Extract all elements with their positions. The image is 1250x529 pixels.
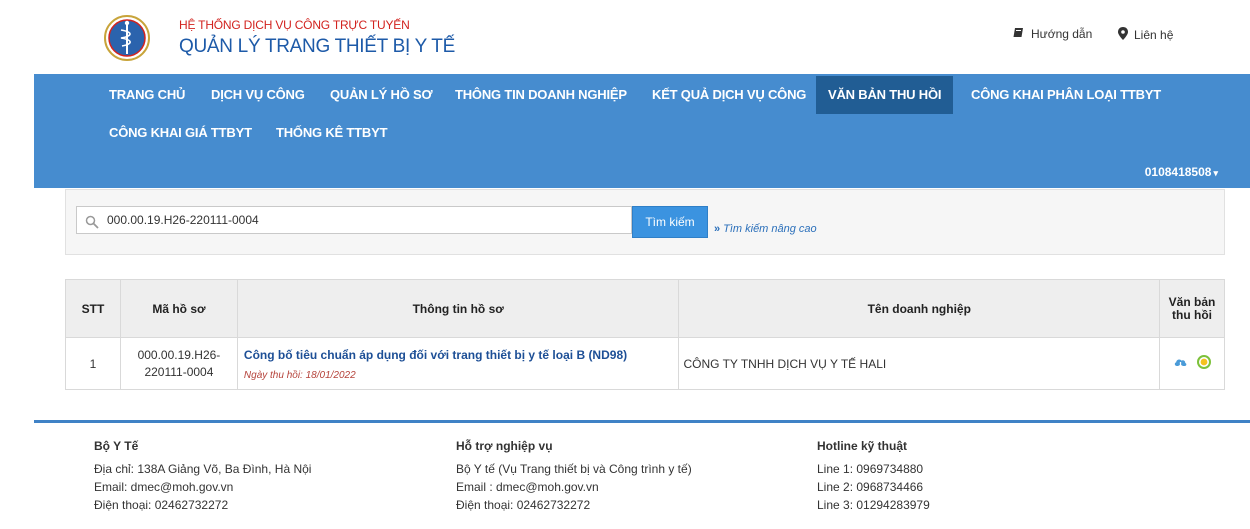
footer-address: Địa chỉ: 138A Giảng Võ, Ba Đình, Hà Nội — [94, 462, 312, 476]
map-pin-icon — [1118, 27, 1128, 43]
nav-public-services[interactable]: DỊCH VỤ CÔNG — [199, 76, 317, 114]
nav-results[interactable]: KẾT QUẢ DỊCH VỤ CÔNG — [640, 76, 818, 114]
footer-hotline-1: Line 1: 0969734880 — [817, 462, 924, 476]
account-menu[interactable]: 0108418508 ▾ — [1145, 165, 1218, 179]
results-table: STT Mã hồ sơ Thông tin hồ sơ Tên doanh n… — [65, 279, 1225, 390]
cloud-download-icon[interactable] — [1173, 356, 1188, 372]
search-panel: 000.00.19.H26-220111-0004 Tìm kiếm » Tìm … — [65, 189, 1225, 255]
footer-hotline-title: Hotline kỹ thuật — [817, 439, 908, 453]
footer-support: Hỗ trợ nghiệp vụ Bộ Y tế (Vụ Trang thiết… — [456, 439, 692, 516]
header-record-info: Thông tin hồ sơ — [236, 279, 680, 338]
advanced-search-label: Tìm kiếm nâng cao — [723, 223, 817, 235]
cell-record-code: 000.00.19.H26- 220111-0004 — [119, 337, 238, 390]
nav-recall-documents[interactable]: VĂN BẢN THU HỒI — [816, 76, 954, 114]
guide-link[interactable]: Hướng dẫn — [1013, 27, 1092, 41]
caret-down-icon: ▾ — [1213, 168, 1218, 178]
search-icon — [85, 212, 99, 229]
header-recall-doc: Văn bản thu hồi — [1159, 279, 1225, 338]
table-row: 1 000.00.19.H26- 220111-0004 Công bố tiê… — [65, 337, 1225, 390]
footer-email[interactable]: Email: dmec@moh.gov.vn — [94, 480, 311, 494]
record-code-line2: 220111-0004 — [144, 364, 214, 379]
header-stt: STT — [65, 279, 121, 338]
footer-hotline: Hotline kỹ thuật Line 1: 0969734880 Line… — [817, 439, 930, 516]
book-icon — [1013, 27, 1025, 41]
nav-business-info[interactable]: THÔNG TIN DOANH NGHIỆP — [443, 76, 639, 114]
cell-company: CÔNG TY TNHH DỊCH VỤ Y TẾ HALI — [678, 337, 1160, 390]
record-title-link[interactable]: Công bố tiêu chuẩn áp dụng đối với trang… — [244, 348, 679, 362]
footer-phone: Điện thoại: 02462732272 — [94, 498, 229, 512]
footer: Bộ Y Tế Địa chỉ: 138A Giảng Võ, Ba Đình,… — [34, 420, 1250, 529]
double-chevron-right-icon: » — [714, 223, 721, 235]
nav-home[interactable]: TRANG CHỦ — [97, 76, 197, 114]
brand-title[interactable]: QUẢN LÝ TRANG THIẾT BỊ Y TẾ — [179, 36, 455, 58]
footer-ministry-title: Bộ Y Tế — [94, 439, 139, 453]
header-record-code: Mã hồ sơ — [119, 279, 238, 338]
cell-recall-actions — [1159, 337, 1225, 390]
table-header-row: STT Mã hồ sơ Thông tin hồ sơ Tên doanh n… — [65, 279, 1225, 338]
search-input[interactable]: 000.00.19.H26-220111-0004 — [76, 206, 632, 234]
contact-label: Liên hệ — [1134, 28, 1174, 42]
nav-statistics[interactable]: THỐNG KÊ TTBYT — [264, 114, 399, 152]
nav-public-prices[interactable]: CÔNG KHAI GIÁ TTBYT — [97, 114, 264, 152]
cell-record-info: Công bố tiêu chuẩn áp dụng đối với trang… — [236, 337, 680, 390]
brand-subtitle: HỆ THỐNG DỊCH VỤ CÔNG TRỰC TUYẾN — [179, 18, 410, 32]
search-value: 000.00.19.H26-220111-0004 — [107, 213, 259, 227]
ministry-logo[interactable] — [104, 4, 150, 68]
header: HỆ THỐNG DỊCH VỤ CÔNG TRỰC TUYẾN QUẢN LÝ… — [0, 0, 1250, 74]
check-circle-icon[interactable] — [1197, 355, 1211, 372]
contact-link[interactable]: Liên hệ — [1118, 27, 1173, 43]
cell-stt: 1 — [65, 337, 121, 390]
footer-support-dept: Bộ Y tế (Vụ Trang thiết bị và Công trình… — [456, 462, 692, 476]
main-nav: TRANG CHỦ DỊCH VỤ CÔNG QUẢN LÝ HỒ SƠ THÔ… — [34, 74, 1250, 188]
header-company: Tên doanh nghiệp — [678, 279, 1160, 338]
search-button[interactable]: Tìm kiếm — [632, 206, 708, 238]
footer-support-title: Hỗ trợ nghiệp vụ — [456, 439, 553, 453]
nav-records[interactable]: QUẢN LÝ HỒ SƠ — [318, 76, 444, 114]
account-id: 0108418508 — [1144, 165, 1212, 179]
footer-hotline-3: Line 3: 01294283979 — [817, 498, 930, 512]
record-code-line1: 000.00.19.H26- — [137, 347, 221, 362]
recall-date: Ngày thu hồi: 18/01/2022 — [243, 370, 356, 381]
footer-support-phone: Điện thoại: 02462732272 — [456, 498, 591, 512]
footer-hotline-2: Line 2: 0968734466 — [817, 480, 924, 494]
nav-public-classification[interactable]: CÔNG KHAI PHÂN LOẠI TTBYT — [959, 76, 1173, 114]
footer-ministry: Bộ Y Tế Địa chỉ: 138A Giảng Võ, Ba Đình,… — [94, 439, 311, 516]
footer-support-email[interactable]: Email : dmec@moh.gov.vn — [456, 480, 692, 494]
advanced-search-link[interactable]: » Tìm kiếm nâng cao — [714, 223, 817, 235]
guide-label: Hướng dẫn — [1031, 27, 1093, 41]
